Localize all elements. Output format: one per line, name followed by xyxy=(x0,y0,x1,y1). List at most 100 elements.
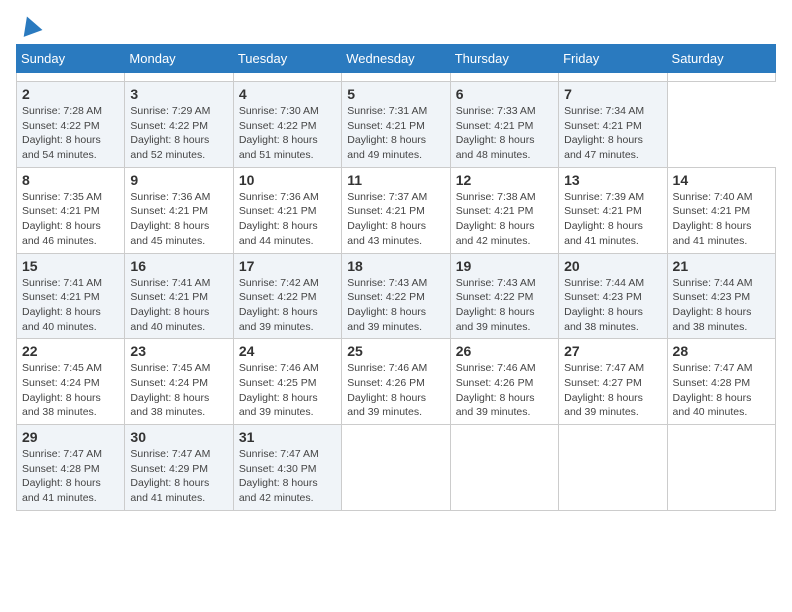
day-info: Sunrise: 7:35 AMSunset: 4:21 PMDaylight:… xyxy=(22,190,119,249)
calendar-day-cell: 31 Sunrise: 7:47 AMSunset: 4:30 PMDayligh… xyxy=(233,425,341,511)
day-info: Sunrise: 7:47 AMSunset: 4:30 PMDaylight:… xyxy=(239,447,336,506)
calendar-day-cell: 25 Sunrise: 7:46 AMSunset: 4:26 PMDayligh… xyxy=(342,339,450,425)
day-of-week-header: Monday xyxy=(125,45,233,73)
day-number: 6 xyxy=(456,86,553,102)
day-info: Sunrise: 7:37 AMSunset: 4:21 PMDaylight:… xyxy=(347,190,444,249)
day-info: Sunrise: 7:41 AMSunset: 4:21 PMDaylight:… xyxy=(22,276,119,335)
day-number: 15 xyxy=(22,258,119,274)
calendar-day-cell xyxy=(667,73,775,82)
day-info: Sunrise: 7:44 AMSunset: 4:23 PMDaylight:… xyxy=(564,276,661,335)
day-number: 10 xyxy=(239,172,336,188)
day-info: Sunrise: 7:28 AMSunset: 4:22 PMDaylight:… xyxy=(22,104,119,163)
day-info: Sunrise: 7:39 AMSunset: 4:21 PMDaylight:… xyxy=(564,190,661,249)
day-of-week-header: Thursday xyxy=(450,45,558,73)
calendar-day-cell: 18 Sunrise: 7:43 AMSunset: 4:22 PMDayligh… xyxy=(342,253,450,339)
day-info: Sunrise: 7:44 AMSunset: 4:23 PMDaylight:… xyxy=(673,276,770,335)
day-info: Sunrise: 7:30 AMSunset: 4:22 PMDaylight:… xyxy=(239,104,336,163)
day-of-week-header: Wednesday xyxy=(342,45,450,73)
calendar-day-cell: 11 Sunrise: 7:37 AMSunset: 4:21 PMDayligh… xyxy=(342,167,450,253)
calendar-day-cell: 16Sunrise: 7:41 AMSunset: 4:21 PMDayligh… xyxy=(125,253,233,339)
day-of-week-header: Tuesday xyxy=(233,45,341,73)
day-info: Sunrise: 7:46 AMSunset: 4:26 PMDaylight:… xyxy=(347,361,444,420)
calendar-day-cell: 4 Sunrise: 7:30 AMSunset: 4:22 PMDaylight… xyxy=(233,82,341,168)
calendar-week-row: 2 Sunrise: 7:28 AMSunset: 4:22 PMDaylight… xyxy=(17,82,776,168)
day-number: 12 xyxy=(456,172,553,188)
day-number: 16 xyxy=(130,258,227,274)
day-of-week-header: Saturday xyxy=(667,45,775,73)
calendar-week-row: 15 Sunrise: 7:41 AMSunset: 4:21 PMDayligh… xyxy=(17,253,776,339)
day-number: 8 xyxy=(22,172,119,188)
day-number: 29 xyxy=(22,429,119,445)
day-info: Sunrise: 7:45 AMSunset: 4:24 PMDaylight:… xyxy=(130,361,227,420)
day-number: 13 xyxy=(564,172,661,188)
day-number: 18 xyxy=(347,258,444,274)
day-info: Sunrise: 7:33 AMSunset: 4:21 PMDaylight:… xyxy=(456,104,553,163)
day-number: 17 xyxy=(239,258,336,274)
calendar-day-cell: 13 Sunrise: 7:39 AMSunset: 4:21 PMDayligh… xyxy=(559,167,667,253)
calendar-day-cell: 5Sunrise: 7:31 AMSunset: 4:21 PMDaylight… xyxy=(342,82,450,168)
calendar-day-cell: 20 Sunrise: 7:44 AMSunset: 4:23 PMDayligh… xyxy=(559,253,667,339)
day-info: Sunrise: 7:29 AMSunset: 4:22 PMDaylight:… xyxy=(130,104,227,163)
calendar-week-row: 29 Sunrise: 7:47 AMSunset: 4:28 PMDayligh… xyxy=(17,425,776,511)
calendar-day-cell: 21 Sunrise: 7:44 AMSunset: 4:23 PMDayligh… xyxy=(667,253,775,339)
calendar-day-cell: 24Sunrise: 7:46 AMSunset: 4:25 PMDayligh… xyxy=(233,339,341,425)
day-number: 3 xyxy=(130,86,227,102)
day-number: 2 xyxy=(22,86,119,102)
day-info: Sunrise: 7:47 AMSunset: 4:28 PMDaylight:… xyxy=(673,361,770,420)
calendar-day-cell xyxy=(17,73,125,82)
calendar-day-cell: 27Sunrise: 7:47 AMSunset: 4:27 PMDayligh… xyxy=(559,339,667,425)
calendar-day-cell xyxy=(125,73,233,82)
day-number: 20 xyxy=(564,258,661,274)
day-info: Sunrise: 7:47 AMSunset: 4:29 PMDaylight:… xyxy=(130,447,227,506)
calendar-day-cell: 26Sunrise: 7:46 AMSunset: 4:26 PMDayligh… xyxy=(450,339,558,425)
day-number: 28 xyxy=(673,343,770,359)
day-info: Sunrise: 7:38 AMSunset: 4:21 PMDaylight:… xyxy=(456,190,553,249)
calendar-day-cell: 28 Sunrise: 7:47 AMSunset: 4:28 PMDayligh… xyxy=(667,339,775,425)
day-number: 21 xyxy=(673,258,770,274)
calendar-day-cell: 10 Sunrise: 7:36 AMSunset: 4:21 PMDayligh… xyxy=(233,167,341,253)
day-number: 7 xyxy=(564,86,661,102)
calendar-day-cell: 6 Sunrise: 7:33 AMSunset: 4:21 PMDaylight… xyxy=(450,82,558,168)
day-info: Sunrise: 7:40 AMSunset: 4:21 PMDaylight:… xyxy=(673,190,770,249)
day-number: 31 xyxy=(239,429,336,445)
day-number: 4 xyxy=(239,86,336,102)
day-number: 23 xyxy=(130,343,227,359)
calendar-day-cell: 8 Sunrise: 7:35 AMSunset: 4:21 PMDaylight… xyxy=(17,167,125,253)
calendar-day-cell: 23 Sunrise: 7:45 AMSunset: 4:24 PMDayligh… xyxy=(125,339,233,425)
day-number: 27 xyxy=(564,343,661,359)
day-number: 9 xyxy=(130,172,227,188)
day-number: 26 xyxy=(456,343,553,359)
logo xyxy=(16,16,40,34)
day-number: 19 xyxy=(456,258,553,274)
day-of-week-header: Friday xyxy=(559,45,667,73)
day-number: 11 xyxy=(347,172,444,188)
day-info: Sunrise: 7:47 AMSunset: 4:28 PMDaylight:… xyxy=(22,447,119,506)
calendar-day-cell: 7 Sunrise: 7:34 AMSunset: 4:21 PMDaylight… xyxy=(559,82,667,168)
day-number: 14 xyxy=(673,172,770,188)
calendar-day-cell: 2 Sunrise: 7:28 AMSunset: 4:22 PMDaylight… xyxy=(17,82,125,168)
day-info: Sunrise: 7:34 AMSunset: 4:21 PMDaylight:… xyxy=(564,104,661,163)
day-number: 25 xyxy=(347,343,444,359)
day-info: Sunrise: 7:31 AMSunset: 4:21 PMDaylight:… xyxy=(347,104,444,163)
calendar-day-cell xyxy=(233,73,341,82)
calendar-header-row: SundayMondayTuesdayWednesdayThursdayFrid… xyxy=(17,45,776,73)
page-header xyxy=(16,16,776,34)
calendar-day-cell xyxy=(667,425,775,511)
calendar-day-cell: 17Sunrise: 7:42 AMSunset: 4:22 PMDayligh… xyxy=(233,253,341,339)
day-info: Sunrise: 7:36 AMSunset: 4:21 PMDaylight:… xyxy=(239,190,336,249)
calendar-week-row: 8 Sunrise: 7:35 AMSunset: 4:21 PMDaylight… xyxy=(17,167,776,253)
calendar-day-cell: 3 Sunrise: 7:29 AMSunset: 4:22 PMDaylight… xyxy=(125,82,233,168)
day-info: Sunrise: 7:43 AMSunset: 4:22 PMDaylight:… xyxy=(347,276,444,335)
calendar-day-cell: 14 Sunrise: 7:40 AMSunset: 4:21 PMDayligh… xyxy=(667,167,775,253)
calendar-week-row: 22Sunrise: 7:45 AMSunset: 4:24 PMDayligh… xyxy=(17,339,776,425)
calendar-day-cell xyxy=(559,73,667,82)
day-info: Sunrise: 7:36 AMSunset: 4:21 PMDaylight:… xyxy=(130,190,227,249)
calendar-week-row xyxy=(17,73,776,82)
calendar-day-cell xyxy=(342,73,450,82)
logo-blue-text xyxy=(16,16,40,34)
day-of-week-header: Sunday xyxy=(17,45,125,73)
calendar-day-cell: 22Sunrise: 7:45 AMSunset: 4:24 PMDayligh… xyxy=(17,339,125,425)
calendar-day-cell: 19Sunrise: 7:43 AMSunset: 4:22 PMDayligh… xyxy=(450,253,558,339)
day-number: 30 xyxy=(130,429,227,445)
logo-triangle-icon xyxy=(18,13,43,37)
